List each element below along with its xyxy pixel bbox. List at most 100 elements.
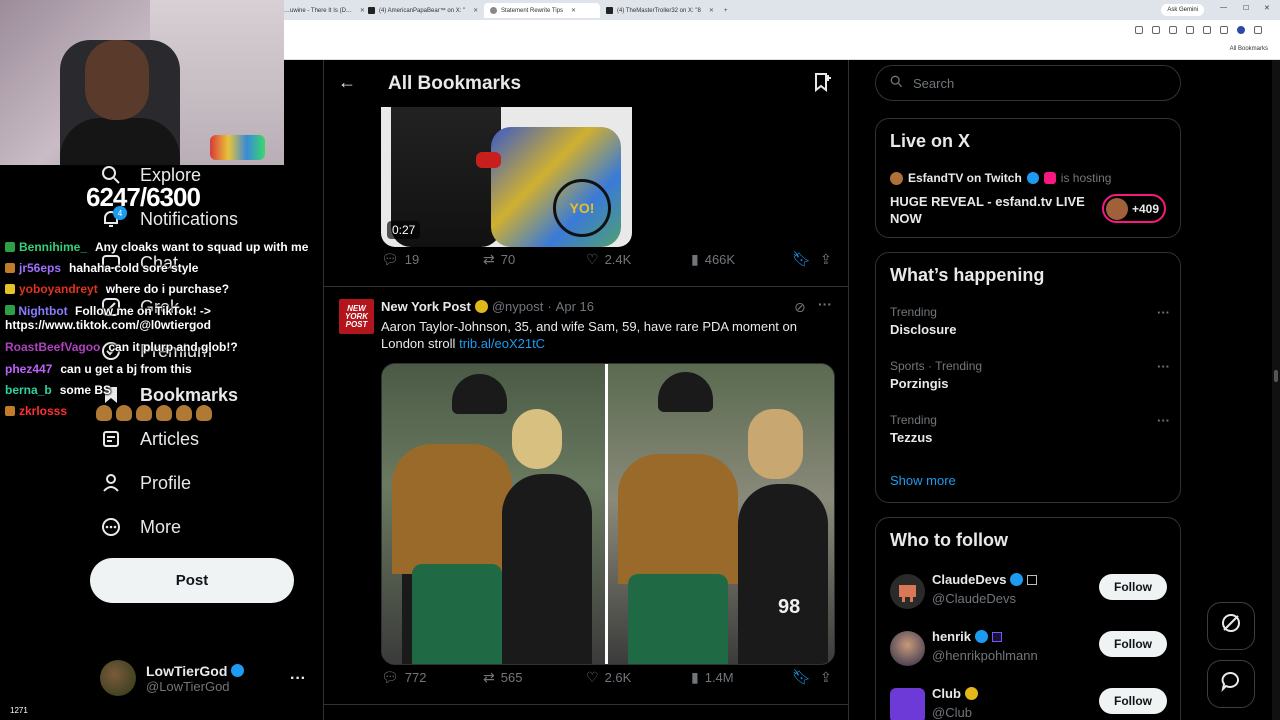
profile-avatar-icon[interactable] — [1237, 26, 1245, 34]
post-button[interactable]: Post — [90, 558, 294, 603]
live-stream-title[interactable]: HUGE REVEAL - esfand.tv LIVE NOW — [890, 193, 1090, 227]
photo-trousers — [412, 564, 502, 664]
photo-cap — [658, 372, 713, 412]
downloads-icon[interactable] — [1220, 26, 1228, 34]
reply-button[interactable]: 💬︎ 772 — [381, 669, 426, 686]
tab-close-icon[interactable]: ✕ — [473, 7, 478, 14]
tweet-video[interactable]: YO! 0:27 — [381, 107, 632, 247]
nav-more[interactable]: More — [100, 516, 181, 538]
tab-close-icon[interactable]: ✕ — [360, 7, 364, 14]
follow-suggestion[interactable]: ClaudeDevs @ClaudeDevs Follow — [890, 572, 1170, 612]
avatar — [890, 631, 925, 666]
messages-fab[interactable] — [1207, 660, 1255, 708]
minimize-icon[interactable]: — — [1220, 4, 1227, 11]
more-options-icon[interactable]: ··· — [1157, 359, 1170, 374]
chat-text: can u get a bj from this — [60, 362, 192, 376]
sidebar-toggle-icon[interactable] — [1203, 26, 1211, 34]
show-more-link[interactable]: Show more — [890, 473, 956, 488]
tab-close-icon[interactable]: ✕ — [709, 7, 714, 14]
live-listeners-pill[interactable]: +409 — [1102, 194, 1166, 223]
tweet-image[interactable]: 98 — [381, 363, 835, 665]
trend-item[interactable]: Trending Tezzus ··· — [890, 413, 1170, 445]
chat-message: jr56eps hahaha cold sore style — [5, 261, 198, 275]
browser-tab[interactable]: Statement Rewrite Tips ✕ — [484, 3, 600, 18]
close-window-icon[interactable]: ✕ — [1264, 4, 1270, 12]
chat-badge-icon — [5, 305, 15, 315]
scrollbar-thumb[interactable] — [1274, 370, 1278, 382]
nav-profile[interactable]: Profile — [100, 472, 191, 494]
more-options-icon[interactable]: ··· — [818, 296, 832, 312]
repost-button[interactable]: ⇄ 565 — [483, 669, 522, 686]
more-options-icon[interactable]: ··· — [1157, 305, 1170, 320]
chat-user: Nightbot — [18, 304, 68, 318]
extensions-icon[interactable] — [1186, 26, 1194, 34]
chat-text: some BS — [59, 383, 112, 397]
new-tab-button[interactable]: + — [724, 3, 736, 18]
account-more-icon[interactable]: ··· — [290, 670, 306, 688]
page-title: All Bookmarks — [388, 73, 522, 94]
like-button[interactable]: ♡ 2.6K — [586, 669, 631, 686]
chat-badge-icon — [5, 284, 15, 294]
like-button[interactable]: ♡ 2.4K — [586, 251, 631, 268]
browser-tab[interactable]: (4) TheMasterTroller32 on X: "8 ✕ — [606, 3, 722, 18]
views-button[interactable]: ▮ 1.4M — [691, 669, 734, 686]
chat-user: RoastBeefVagoo — [5, 340, 101, 354]
nav-articles[interactable]: Articles — [100, 428, 199, 450]
bookmark-button[interactable]: 🔖︎ — [792, 668, 811, 686]
emote-icon — [136, 405, 152, 421]
bookmark-folder-add-icon[interactable] — [812, 72, 832, 97]
menu-icon[interactable] — [1254, 26, 1262, 34]
avatar — [890, 171, 903, 185]
trend-item[interactable]: Sports · Trending Porzingis ··· — [890, 359, 1170, 391]
repost-button[interactable]: ⇄ 70 — [483, 251, 515, 268]
live-host-row[interactable]: EsfandTV on Twitch is hosting — [890, 171, 1111, 185]
grok-icon — [1220, 612, 1242, 640]
ask-gemini-button[interactable]: Ask Gemini — [1161, 4, 1204, 16]
tab-favicon-icon — [490, 7, 497, 14]
tab-label: (4) AmericanPapaBear™ on X: " — [379, 7, 466, 14]
verified-badge-icon — [231, 664, 245, 677]
more-options-icon[interactable]: ··· — [1157, 413, 1170, 428]
account-switcher[interactable]: LowTierGod @LowTierGod — [100, 660, 245, 696]
share-button[interactable]: ⇪ — [820, 251, 832, 268]
browser-tab[interactable]: …uwine - There It Is (D… ✕ — [284, 3, 364, 18]
webcam-overlay — [0, 0, 284, 165]
install-icon[interactable] — [1135, 26, 1143, 34]
follow-suggestion[interactable]: henrik @henrikpohlmann Follow — [890, 629, 1170, 669]
search-input[interactable]: Search — [913, 76, 954, 91]
x-logo-icon — [606, 7, 613, 14]
share-button[interactable]: ⇪ — [820, 669, 832, 686]
maximize-icon[interactable]: ☐ — [1243, 4, 1249, 12]
star-icon[interactable] — [1169, 26, 1177, 34]
photo-hair — [512, 409, 562, 469]
views-button[interactable]: ▮ 466K — [691, 251, 735, 268]
browser-tab[interactable]: (4) AmericanPapaBear™ on X: " ✕ — [368, 3, 484, 18]
back-arrow-icon[interactable]: ← — [338, 72, 356, 93]
tweet-author[interactable]: New York Post — [381, 299, 471, 314]
follow-button[interactable]: Follow — [1099, 688, 1167, 714]
follow-button[interactable]: Follow — [1099, 631, 1167, 657]
page-scrollbar[interactable] — [1272, 60, 1280, 720]
reply-icon: 💬︎ — [381, 668, 399, 685]
follow-button[interactable]: Follow — [1099, 574, 1167, 600]
all-bookmarks-folder[interactable]: All Bookmarks — [1230, 46, 1268, 52]
reply-button[interactable]: 💬︎ 19 — [381, 251, 419, 268]
avatar[interactable]: NEW YORK POST — [339, 299, 374, 334]
zoom-icon[interactable] — [1152, 26, 1160, 34]
tab-close-icon[interactable]: ✕ — [571, 7, 576, 14]
x-logo-icon — [368, 7, 375, 14]
tweet-header: New York Post @nypost · Apr 16 — [381, 299, 594, 314]
tweet-link[interactable]: trib.al/eoX21tC — [459, 336, 545, 351]
bookmark-filled-icon: 🔖︎ — [792, 251, 812, 268]
heart-icon: ♡ — [586, 668, 599, 685]
grok-fab[interactable] — [1207, 602, 1255, 650]
grok-explain-icon[interactable]: ⊘ — [794, 299, 806, 316]
tweet-date[interactable]: Apr 16 — [556, 299, 594, 314]
follow-suggestion[interactable]: Club @Club Follow — [890, 686, 1170, 720]
search-bar[interactable]: Search — [875, 65, 1181, 101]
tweet-handle[interactable]: @nypost — [492, 299, 544, 314]
trend-item[interactable]: Trending Disclosure ··· — [890, 305, 1170, 337]
bookmark-button[interactable]: 🔖︎ — [792, 250, 811, 268]
nav-bookmarks[interactable]: Bookmarks — [100, 384, 238, 406]
photo-jacket — [392, 444, 512, 574]
